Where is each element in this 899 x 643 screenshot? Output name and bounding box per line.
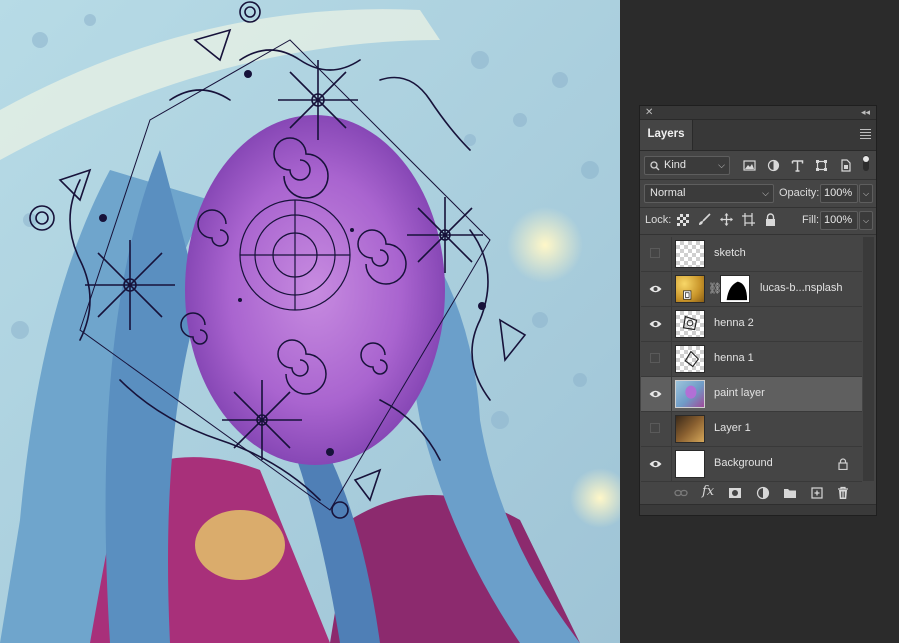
- lock-label: Lock:: [645, 214, 672, 226]
- filter-toggle-icon[interactable]: [862, 154, 870, 172]
- layer-mask-thumbnail[interactable]: [720, 275, 750, 303]
- layers-panel: ✕ ◂◂ Layers Kind ⌵ Normal ⌵ Opacity: 100…: [639, 105, 877, 516]
- fill-label: Fill:: [802, 214, 820, 226]
- layer-thumbnail: [675, 415, 705, 443]
- layer-thumbnail: [675, 450, 705, 478]
- filter-kind-label: Kind: [664, 159, 687, 171]
- lock-image-icon[interactable]: [698, 213, 711, 226]
- adjustment-filter-icon[interactable]: [767, 159, 780, 172]
- tab-layers[interactable]: Layers: [640, 120, 693, 150]
- blend-mode-dropdown[interactable]: Normal ⌵: [644, 184, 774, 203]
- visibility-toggle[interactable]: [641, 412, 672, 446]
- layer-filter-dropdown[interactable]: Kind ⌵: [644, 156, 730, 175]
- opacity-input[interactable]: 100%: [820, 184, 858, 203]
- artwork: [0, 0, 620, 643]
- layer-row-henna-2[interactable]: henna 2: [641, 307, 862, 342]
- panel-footer: fx: [640, 482, 876, 504]
- visibility-toggle[interactable]: [641, 272, 672, 306]
- smart-object-badge-icon: [683, 290, 692, 300]
- hidden-visibility-box: [650, 423, 660, 433]
- close-panel-icon[interactable]: ✕: [645, 106, 653, 119]
- lock-artboard-icon[interactable]: [742, 213, 755, 226]
- layer-name[interactable]: Layer 1: [714, 422, 751, 434]
- layer-row-lucas-unsplash[interactable]: ⛓ lucas-b...nsplash: [641, 272, 862, 307]
- layer-name[interactable]: henna 1: [714, 352, 754, 364]
- paint-thumbnail-art: [685, 385, 697, 399]
- blend-mode-value: Normal: [650, 187, 686, 199]
- new-group-icon[interactable]: [783, 486, 797, 500]
- layer-thumbnail: [675, 380, 705, 408]
- layer-name[interactable]: lucas-b...nsplash: [760, 282, 843, 294]
- new-layer-icon[interactable]: [810, 486, 824, 500]
- layer-thumbnail: [675, 275, 705, 303]
- layer-name[interactable]: sketch: [714, 247, 746, 259]
- eye-icon: [649, 285, 662, 293]
- layer-row-paint-layer[interactable]: paint layer: [641, 377, 862, 412]
- chevron-down-icon: ⌵: [718, 160, 725, 170]
- smart-object-filter-icon[interactable]: [839, 159, 852, 172]
- layer-name[interactable]: paint layer: [714, 387, 765, 399]
- opacity-dropdown-button[interactable]: ⌵: [859, 184, 873, 203]
- layer-row-layer-1[interactable]: Layer 1: [641, 412, 862, 447]
- layer-row-henna-1[interactable]: henna 1: [641, 342, 862, 377]
- chevron-down-icon: ⌵: [762, 188, 769, 198]
- panel-tab-bar: Layers: [640, 120, 876, 151]
- panel-resize-grip[interactable]: [640, 504, 876, 515]
- layer-thumbnail: [675, 345, 705, 373]
- document-canvas[interactable]: [0, 0, 620, 643]
- collapse-panel-icon[interactable]: ◂◂: [861, 106, 870, 119]
- layers-scrollbar[interactable]: [863, 237, 874, 481]
- link-layers-icon[interactable]: [674, 486, 688, 500]
- henna-thumbnail-art: [684, 350, 700, 368]
- lock-position-icon[interactable]: [720, 213, 733, 226]
- layer-thumbnail: [675, 240, 705, 268]
- layer-row-background[interactable]: Background: [641, 447, 862, 482]
- image-filter-icon[interactable]: [743, 159, 756, 172]
- shape-filter-icon[interactable]: [815, 159, 828, 172]
- lock-transparent-icon[interactable]: [677, 214, 689, 226]
- layer-row-sketch[interactable]: sketch: [641, 237, 862, 272]
- hidden-visibility-box: [650, 353, 660, 363]
- add-mask-icon[interactable]: [728, 486, 742, 500]
- hidden-visibility-box: [650, 248, 660, 258]
- visibility-toggle[interactable]: [641, 377, 672, 411]
- fill-dropdown-button[interactable]: ⌵: [859, 211, 873, 230]
- visibility-toggle[interactable]: [641, 342, 672, 376]
- eye-icon: [649, 390, 662, 398]
- eye-icon: [649, 460, 662, 468]
- mask-silhouette: [726, 281, 748, 301]
- delete-layer-icon[interactable]: [836, 486, 850, 500]
- layer-name[interactable]: Background: [714, 457, 773, 469]
- panel-menu-icon[interactable]: [860, 129, 871, 139]
- henna-thumbnail-art: [682, 315, 698, 331]
- fill-input[interactable]: 100%: [820, 211, 858, 230]
- eye-icon: [649, 320, 662, 328]
- layers-list: sketch ⛓ lucas-b...nsplash henna 2 henna…: [641, 237, 862, 482]
- visibility-toggle[interactable]: [641, 237, 672, 271]
- visibility-toggle[interactable]: [641, 447, 672, 481]
- opacity-label: Opacity:: [779, 187, 820, 199]
- search-icon: [650, 161, 660, 171]
- lock-icon[interactable]: [838, 458, 848, 470]
- visibility-toggle[interactable]: [641, 307, 672, 341]
- layer-thumbnail: [675, 310, 705, 338]
- fx-icon[interactable]: fx: [702, 484, 714, 499]
- lock-all-icon[interactable]: [764, 213, 777, 226]
- center-mandala: [239, 199, 351, 311]
- panel-title-bar[interactable]: ✕ ◂◂: [640, 106, 876, 120]
- layer-name[interactable]: henna 2: [714, 317, 754, 329]
- type-filter-icon[interactable]: [791, 159, 804, 172]
- adjustment-layer-icon[interactable]: [756, 486, 770, 500]
